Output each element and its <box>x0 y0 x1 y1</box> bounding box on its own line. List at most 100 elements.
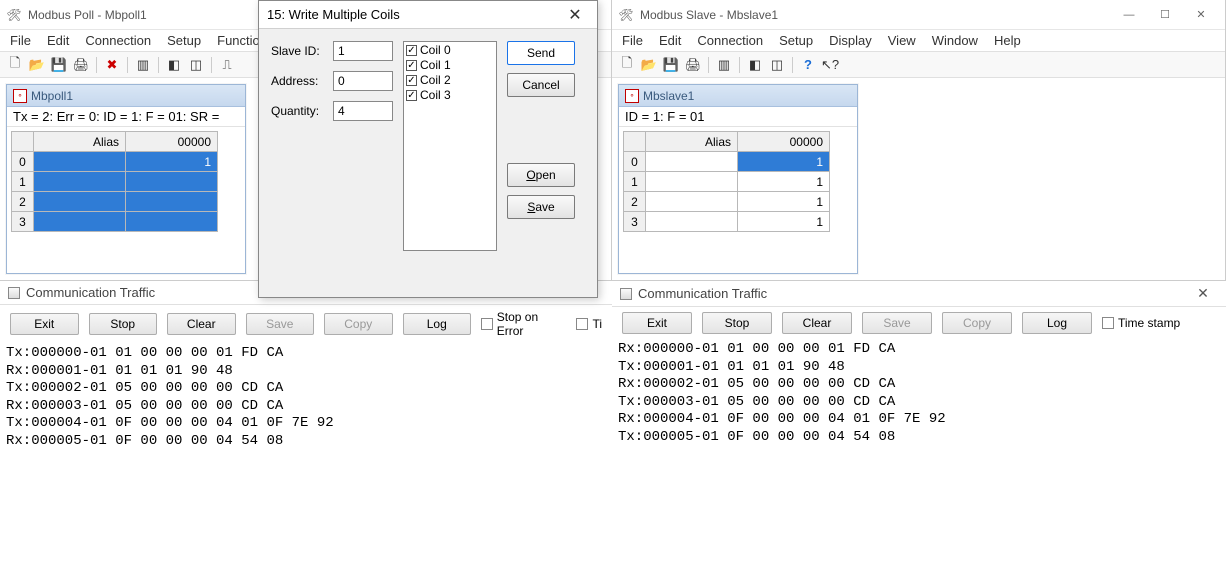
row-idx[interactable]: 3 <box>12 212 34 232</box>
ti-checkbox[interactable]: Ti <box>576 317 602 331</box>
cell-val[interactable]: 1 <box>738 152 830 172</box>
print-icon[interactable]: 🖨 <box>72 56 90 74</box>
tool-icon[interactable]: ◧ <box>746 56 764 74</box>
row-idx[interactable]: 1 <box>624 172 646 192</box>
slave-id-input[interactable] <box>333 41 393 61</box>
menu-setup[interactable]: Setup <box>779 33 813 48</box>
doc-icon: ∘ <box>13 89 27 103</box>
cell-alias[interactable] <box>34 212 126 232</box>
exit-button[interactable]: Exit <box>10 313 79 335</box>
cell-alias[interactable] <box>646 172 738 192</box>
traffic-close-button[interactable]: ✕ <box>1188 285 1218 302</box>
menu-window[interactable]: Window <box>932 33 978 48</box>
log-button[interactable]: Log <box>1022 312 1092 334</box>
coil-listbox[interactable]: ✓Coil 0 ✓Coil 1 ✓Coil 2 ✓Coil 3 <box>403 41 497 251</box>
row-idx[interactable]: 0 <box>12 152 34 172</box>
row-idx[interactable]: 2 <box>12 192 34 212</box>
cell-val[interactable]: 1 <box>126 152 218 172</box>
log-button[interactable]: Log <box>403 313 472 335</box>
maximize-button[interactable]: ☐ <box>1147 3 1183 27</box>
traffic-titlebar: Communication Traffic ✕ <box>612 281 1226 307</box>
poll-traffic-log[interactable]: Tx:000000-01 01 00 00 00 01 FD CA Rx:000… <box>0 343 612 452</box>
address-label: Address: <box>271 74 327 88</box>
col-00000[interactable]: 00000 <box>126 132 218 152</box>
coil-item[interactable]: ✓Coil 0 <box>406 43 494 58</box>
coil-item[interactable]: ✓Coil 2 <box>406 73 494 88</box>
menu-view[interactable]: View <box>888 33 916 48</box>
open-icon[interactable]: 📂 <box>640 56 658 74</box>
new-icon[interactable]: 🗋 <box>618 56 636 74</box>
cell-val[interactable] <box>126 212 218 232</box>
open-icon[interactable]: 📂 <box>28 56 46 74</box>
save-button[interactable]: Save <box>862 312 932 334</box>
open-button[interactable]: Open <box>507 163 575 187</box>
slave-traffic-log[interactable]: Rx:000000-01 01 00 00 00 01 FD CA Tx:000… <box>612 339 1226 448</box>
cell-alias[interactable] <box>34 192 126 212</box>
disconnect-icon[interactable]: ✖ <box>103 56 121 74</box>
clear-button[interactable]: Clear <box>167 313 236 335</box>
cell-alias[interactable] <box>34 152 126 172</box>
address-input[interactable] <box>333 71 393 91</box>
cell-val[interactable]: 1 <box>738 212 830 232</box>
exit-button[interactable]: Exit <box>622 312 692 334</box>
print-icon[interactable]: 🖨 <box>684 56 702 74</box>
close-button[interactable]: ✕ <box>1183 3 1219 27</box>
col-alias[interactable]: Alias <box>34 132 126 152</box>
cell-alias[interactable] <box>646 192 738 212</box>
menu-connection[interactable]: Connection <box>85 33 151 48</box>
copy-button[interactable]: Copy <box>324 313 393 335</box>
save-icon[interactable]: 💾 <box>50 56 68 74</box>
stop-button[interactable]: Stop <box>702 312 772 334</box>
tool-icon[interactable]: ◫ <box>768 56 786 74</box>
row-idx[interactable]: 1 <box>12 172 34 192</box>
dialog-close-button[interactable]: ✕ <box>561 5 589 25</box>
save-button[interactable]: Save <box>507 195 575 219</box>
mbslave1-titlebar[interactable]: ∘ Mbslave1 <box>619 85 857 107</box>
new-icon[interactable]: 🗋 <box>6 56 24 74</box>
col-alias[interactable]: Alias <box>646 132 738 152</box>
tool-icon[interactable]: ◫ <box>187 56 205 74</box>
menu-edit[interactable]: Edit <box>659 33 681 48</box>
row-idx[interactable]: 3 <box>624 212 646 232</box>
cell-alias[interactable] <box>34 172 126 192</box>
dialog-titlebar[interactable]: 15: Write Multiple Coils ✕ <box>259 1 597 29</box>
time-stamp-checkbox[interactable]: Time stamp <box>1102 316 1180 330</box>
menu-display[interactable]: Display <box>829 33 872 48</box>
stop-button[interactable]: Stop <box>89 313 158 335</box>
coil-item[interactable]: ✓Coil 3 <box>406 88 494 103</box>
menu-help[interactable]: Help <box>994 33 1021 48</box>
help-icon[interactable]: ? <box>799 56 817 74</box>
clear-button[interactable]: Clear <box>782 312 852 334</box>
register-icon[interactable]: ▥ <box>715 56 733 74</box>
minimize-button[interactable]: ― <box>1111 3 1147 27</box>
col-00000[interactable]: 00000 <box>738 132 830 152</box>
cell-val[interactable] <box>126 192 218 212</box>
save-icon[interactable]: 💾 <box>662 56 680 74</box>
row-idx[interactable]: 0 <box>624 152 646 172</box>
cell-val[interactable] <box>126 172 218 192</box>
send-button[interactable]: Send <box>507 41 575 65</box>
menu-edit[interactable]: Edit <box>47 33 69 48</box>
row-idx[interactable]: 2 <box>624 192 646 212</box>
cancel-button[interactable]: Cancel <box>507 73 575 97</box>
save-button[interactable]: Save <box>246 313 315 335</box>
menu-file[interactable]: File <box>622 33 643 48</box>
coil-item[interactable]: ✓Coil 1 <box>406 58 494 73</box>
menu-setup[interactable]: Setup <box>167 33 201 48</box>
copy-button[interactable]: Copy <box>942 312 1012 334</box>
cell-alias[interactable] <box>646 212 738 232</box>
stop-on-error-checkbox[interactable]: Stop on Error <box>481 310 566 338</box>
separator <box>792 57 793 73</box>
whatsthis-icon[interactable]: ↖? <box>821 56 839 74</box>
tool-icon[interactable]: ◧ <box>165 56 183 74</box>
register-icon[interactable]: ▥ <box>134 56 152 74</box>
quantity-input[interactable] <box>333 101 393 121</box>
mbpoll1-titlebar[interactable]: ∘ Mbpoll1 <box>7 85 245 107</box>
cell-val[interactable]: 1 <box>738 192 830 212</box>
menu-file[interactable]: File <box>10 33 31 48</box>
slave-mdi: ∘ Mbslave1 ID = 1: F = 01 Alias 00000 01… <box>612 78 1225 278</box>
menu-connection[interactable]: Connection <box>697 33 763 48</box>
cell-val[interactable]: 1 <box>738 172 830 192</box>
pulse-icon[interactable]: ⎍ <box>218 56 236 74</box>
cell-alias[interactable] <box>646 152 738 172</box>
